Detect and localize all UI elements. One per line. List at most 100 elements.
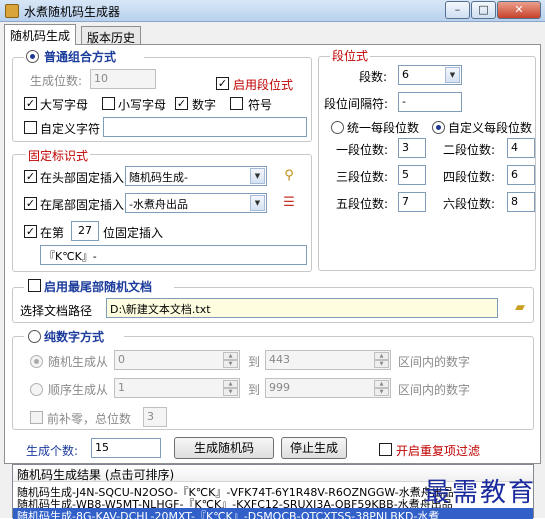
stop-button[interactable]: 停止生成 [281,437,347,459]
seg1-input[interactable]: 3 [398,138,426,158]
chevron-down-icon[interactable]: ▼ [445,67,460,83]
enable-doc-checkbox[interactable] [28,279,41,292]
count-input[interactable]: 15 [91,438,161,458]
spin-up-icon[interactable]: ▲ [374,380,389,388]
enable-segment-checkbox[interactable]: ✓ [216,77,229,90]
pos-suffix-label: 位固定插入 [103,226,164,240]
seg2-input[interactable]: 4 [507,138,535,158]
seq-to-value: 999 [269,381,290,394]
lowercase-checkbox[interactable] [102,97,115,110]
seq-to-label: 到 [248,383,261,397]
zero-pad-input[interactable]: 3 [143,407,167,427]
dedupe-checkbox[interactable] [379,443,392,456]
segment-group [318,56,536,271]
seg5-input[interactable]: 7 [398,192,426,212]
chevron-down-icon[interactable]: ▼ [250,168,265,184]
spin-down-icon[interactable]: ▼ [223,388,238,396]
numeric-mode-radio[interactable] [28,330,41,343]
uppercase-checkbox[interactable]: ✓ [24,97,37,110]
custom-chars-checkbox[interactable] [24,121,37,134]
seg3-label: 三段位数: [336,170,389,184]
spin-up-icon[interactable]: ▲ [223,352,238,360]
random-to-value: 443 [269,353,290,366]
head-insert-select[interactable]: 随机码生成- ▼ [125,166,267,186]
symbols-label: 符号 [248,98,273,112]
app-icon [5,4,19,18]
seg4-input[interactable]: 6 [507,165,535,185]
fixed-marks-label: 固定标识式 [26,147,91,164]
enable-segment-label: 启用段位式 [233,78,294,92]
spin-up-icon[interactable]: ▲ [374,352,389,360]
head-insert-value: 随机码生成- [129,171,188,184]
random-gen-radio[interactable] [30,355,43,368]
seg2-label: 二段位数: [443,143,496,157]
generate-button[interactable]: 生成随机码 [174,437,274,459]
results-header[interactable]: 随机码生成结果 (点击可排序) [17,466,174,483]
tail-insert-value: -水煮舟出品 [129,198,188,211]
seq-range-label: 区间内的数字 [398,383,471,397]
binoculars-icon[interactable]: ⚲ [279,166,299,186]
minimize-button[interactable]: – [445,1,470,19]
digits-checkbox[interactable]: ✓ [175,97,188,110]
title-bar: 水煮随机码生成器 – □ ✕ [0,0,545,22]
dedupe-label: 开启重复项过滤 [396,444,481,458]
list-edit-icon[interactable]: ☰ [279,193,299,213]
seg3-input[interactable]: 5 [398,165,426,185]
segment-label: 段位式 [330,47,371,64]
segment-count-value: 6 [402,68,409,81]
pos-text-input[interactable]: 『K℃K』- [40,245,307,265]
spin-down-icon[interactable]: ▼ [374,360,389,368]
segment-count-label: 段数: [359,70,388,84]
spin-up-icon[interactable]: ▲ [223,380,238,388]
window-title: 水煮随机码生成器 [24,5,121,19]
doc-path-input[interactable]: D:\新建文本文档.txt [106,298,498,318]
tab-version-history[interactable]: 版本历史 [81,26,142,45]
digits-label: 数字 [192,98,217,112]
seq-from-input[interactable]: 1 ▲ ▼ [114,378,240,398]
maximize-button[interactable]: □ [471,1,496,19]
tab-generate[interactable]: 随机码生成 [4,24,77,45]
segment-count-select[interactable]: 6 ▼ [398,65,462,85]
seq-gen-radio[interactable] [30,383,43,396]
custom-chars-input[interactable] [103,117,307,137]
random-gen-label: 随机生成从 [48,355,109,369]
segment-sep-input[interactable]: - [398,92,462,112]
tail-insert-label: 在尾部固定插入 [40,198,125,212]
tail-insert-checkbox[interactable]: ✓ [24,197,37,210]
head-insert-checkbox[interactable]: ✓ [24,170,37,183]
random-to-input[interactable]: 443 ▲ ▼ [265,350,391,370]
lowercase-label: 小写字母 [118,98,167,112]
spin-down-icon[interactable]: ▼ [374,388,389,396]
pos-input[interactable]: 27 [71,221,99,241]
folder-open-icon[interactable]: ▰ [510,298,530,318]
seq-gen-label: 顺序生成从 [48,383,109,397]
list-item[interactable]: 随机码生成-8G-KAV-DCHL-20MXT-『K℃K』-DSMOCB-OTC… [13,508,533,519]
spin-down-icon[interactable]: ▼ [223,360,238,368]
combo-mode-radio[interactable] [26,50,39,63]
random-from-input[interactable]: 0 ▲ ▼ [114,350,240,370]
random-to-label: 到 [248,355,261,369]
pos-prefix-label: 在第 [40,226,65,240]
seg6-input[interactable]: 8 [507,192,535,212]
custom-segment-radio[interactable] [432,121,445,134]
gen-bits-input[interactable]: 10 [90,69,156,89]
pos-insert-checkbox[interactable]: ✓ [24,225,37,238]
count-label: 生成个数: [26,444,79,458]
seg6-label: 六段位数: [443,197,496,211]
symbols-checkbox[interactable] [230,97,243,110]
random-from-value: 0 [118,353,125,366]
seg4-label: 四段位数: [443,170,496,184]
numeric-mode-label: 纯数字方式 [44,330,105,344]
random-range-label: 区间内的数字 [398,355,471,369]
head-insert-label: 在头部固定插入 [40,171,125,185]
watermark: 最需教育 [424,478,537,508]
zero-pad-checkbox[interactable] [30,411,43,424]
close-button[interactable]: ✕ [497,1,541,19]
chevron-down-icon[interactable]: ▼ [250,195,265,211]
seq-from-value: 1 [118,381,125,394]
seg1-label: 一段位数: [336,143,389,157]
seq-to-input[interactable]: 999 ▲ ▼ [265,378,391,398]
tail-insert-select[interactable]: -水煮舟出品 ▼ [125,193,267,213]
combo-mode-label: 普通组合方式 [44,50,117,64]
uniform-segment-radio[interactable] [331,121,344,134]
